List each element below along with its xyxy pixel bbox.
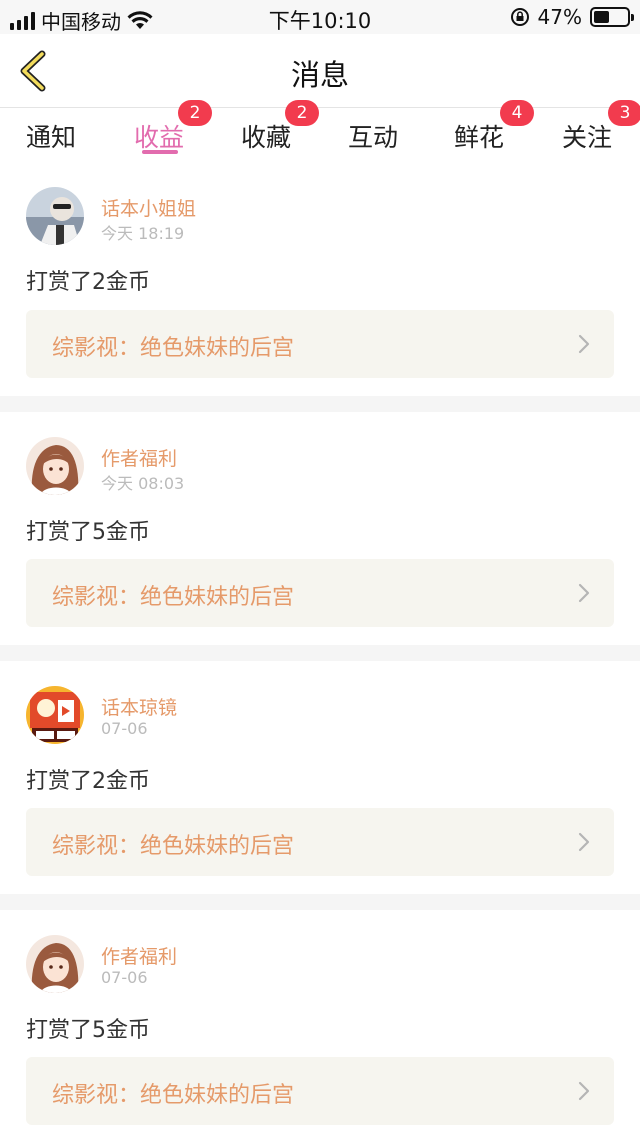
user-name[interactable]: 作者福利	[101, 444, 177, 471]
list-item: 作者福利 07-06 打赏了5金币 综影视：绝色妹妹的后宫	[0, 910, 640, 1139]
tab-badge: 2	[285, 100, 319, 126]
tab-label: 关注	[562, 123, 613, 152]
tab-flowers[interactable]: 鲜花 4	[454, 100, 534, 154]
tab-badge: 4	[500, 100, 534, 126]
reward-text: 打赏了5金币	[26, 520, 150, 545]
reward-text: 打赏了2金币	[26, 270, 150, 295]
message-time: 今天 08:03	[101, 474, 185, 493]
chevron-right-icon	[578, 334, 590, 354]
message-time: 今天 18:19	[101, 224, 185, 243]
divider	[0, 645, 640, 661]
avatar[interactable]	[26, 437, 84, 495]
active-tab-indicator	[142, 150, 178, 154]
divider	[0, 396, 640, 412]
chevron-right-icon	[578, 832, 590, 852]
battery-icon	[590, 7, 634, 27]
tab-favorites[interactable]: 收藏 2	[241, 100, 319, 154]
book-title: 综影视：绝色妹妹的后宫	[52, 1083, 295, 1108]
message-time: 07-06	[101, 719, 148, 738]
divider	[0, 894, 640, 910]
chevron-right-icon	[578, 1081, 590, 1101]
tab-badge: 3	[608, 100, 640, 126]
tab-label: 通知	[26, 123, 77, 152]
list-item: 话本小姐姐 今天 18:19 打赏了2金币 综影视：绝色妹妹的后宫	[0, 170, 640, 396]
tab-label: 收益	[134, 123, 185, 152]
tab-earnings[interactable]: 收益 2	[134, 100, 212, 154]
chevron-right-icon	[578, 583, 590, 603]
reward-text: 打赏了2金币	[26, 769, 150, 794]
book-link[interactable]: 综影视：绝色妹妹的后宫	[26, 808, 614, 876]
book-link[interactable]: 综影视：绝色妹妹的后宫	[26, 559, 614, 627]
avatar[interactable]	[26, 187, 84, 245]
list-item: 话本琼镜 07-06 打赏了2金币 综影视：绝色妹妹的后宫	[0, 661, 640, 894]
book-link[interactable]: 综影视：绝色妹妹的后宫	[26, 1057, 614, 1125]
tab-notifications[interactable]: 通知	[26, 118, 76, 154]
tab-interactions[interactable]: 互动	[348, 118, 398, 154]
book-title: 综影视：绝色妹妹的后宫	[52, 336, 295, 361]
tab-label: 互动	[348, 123, 399, 152]
tab-badge: 2	[178, 100, 212, 126]
tab-label: 收藏	[241, 123, 292, 152]
tab-label: 鲜花	[454, 123, 505, 152]
user-name[interactable]: 作者福利	[101, 942, 177, 969]
book-link[interactable]: 综影视：绝色妹妹的后宫	[26, 310, 614, 378]
list-item: 作者福利 今天 08:03 打赏了5金币 综影视：绝色妹妹的后宫	[0, 412, 640, 645]
reward-text: 打赏了5金币	[26, 1018, 150, 1043]
battery-percent: 47%	[537, 5, 582, 29]
book-title: 综影视：绝色妹妹的后宫	[52, 585, 295, 610]
page-title: 消息	[290, 58, 349, 92]
tab-follows[interactable]: 关注 3	[562, 100, 640, 154]
book-title: 综影视：绝色妹妹的后宫	[52, 834, 295, 859]
tab-bar: 通知 收益 2 收藏 2 互动 鲜花 4 关注 3	[0, 100, 640, 168]
avatar[interactable]	[26, 935, 84, 993]
nav-bar: 消息	[0, 34, 640, 108]
user-name[interactable]: 话本琼镜	[101, 693, 177, 720]
status-bar: 中国移动 下午10:10 47%	[0, 0, 640, 34]
rotation-lock-icon	[510, 8, 529, 26]
avatar[interactable]	[26, 686, 84, 744]
message-time: 07-06	[101, 968, 148, 987]
status-right: 47%	[510, 5, 634, 29]
user-name[interactable]: 话本小姐姐	[101, 194, 196, 221]
